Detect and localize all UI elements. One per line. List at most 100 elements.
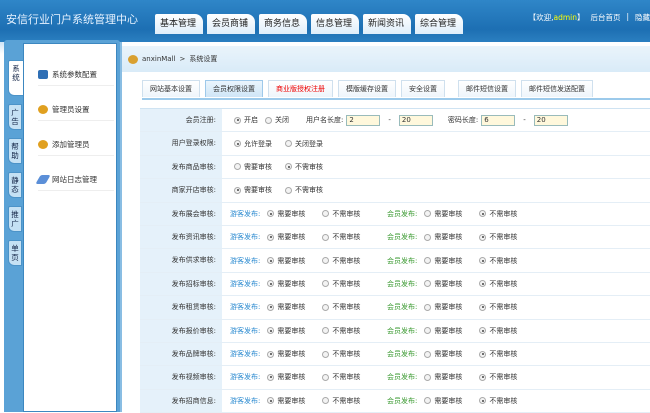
radio-member-need[interactable] <box>424 327 432 335</box>
radio-member-no[interactable] <box>479 373 487 381</box>
sidebar-tab-page[interactable]: 单页 <box>8 240 22 266</box>
radio-label: 需要审核 <box>244 186 272 195</box>
username: admin <box>553 13 577 22</box>
radio-label: 不需审核 <box>489 256 518 265</box>
nav-tab-business[interactable]: 商务信息 <box>259 14 307 34</box>
radio-guest-need[interactable] <box>267 327 275 335</box>
tab-email-sms[interactable]: 邮件短信设置 <box>458 80 516 97</box>
radio-member-need[interactable] <box>424 257 432 265</box>
tab-template-cache[interactable]: 模版缓存设置 <box>338 80 396 97</box>
radio-guest-need[interactable] <box>267 397 275 405</box>
radio-guest-need[interactable] <box>267 280 275 288</box>
radio-guest-no[interactable] <box>322 350 330 358</box>
sidebar-tab-static[interactable]: 静态 <box>8 172 22 198</box>
radio-member-no[interactable] <box>479 257 487 265</box>
radio-shop-0[interactable] <box>234 186 241 194</box>
radio-label: 不需审核 <box>295 162 323 171</box>
tab-member-permissions[interactable]: 会员权限设置 <box>205 80 263 97</box>
hide-link[interactable]: 隐藏 <box>635 12 650 23</box>
sidebar-tab-system[interactable]: 系统 <box>8 60 24 96</box>
radio-member-need[interactable] <box>424 280 432 288</box>
pen-icon <box>35 175 51 184</box>
radio-member-need[interactable] <box>424 303 432 311</box>
sidebar-tab-help[interactable]: 帮助 <box>8 138 22 164</box>
radio-guest-no[interactable] <box>322 397 330 405</box>
nav-tab-news[interactable]: 新闻资讯 <box>363 14 411 34</box>
tab-commercial-license[interactable]: 商业版授权注册 <box>268 80 333 97</box>
radio-shop-1[interactable] <box>285 186 292 194</box>
radio-guest-need[interactable] <box>267 257 275 265</box>
menu-item-system-params[interactable]: 系统参数配置 <box>38 64 114 86</box>
menu-item-site-log[interactable]: 网站日志管理 <box>35 169 114 191</box>
radio-guest-need[interactable] <box>267 233 275 241</box>
nav-tab-member-shop[interactable]: 会员商铺 <box>207 14 255 34</box>
radio-member-need[interactable] <box>424 210 432 218</box>
menu-item-add-admin[interactable]: 添加管理员 <box>38 134 114 156</box>
tab-site-basic[interactable]: 网站基本设置 <box>142 80 200 97</box>
member-label: 会员发布: <box>387 350 418 359</box>
radio-guest-no[interactable] <box>322 257 330 265</box>
nav-tab-info[interactable]: 信息管理 <box>311 14 359 34</box>
radio-label: 需要审核 <box>277 209 306 218</box>
radio-label: 需要审核 <box>434 303 463 312</box>
radio-member-need[interactable] <box>424 233 432 241</box>
radio-guest-need[interactable] <box>267 373 275 381</box>
radio-guest-no[interactable] <box>322 233 330 241</box>
radio-guest-need[interactable] <box>267 303 275 311</box>
radio-member-no[interactable] <box>479 397 487 405</box>
row-label: 发布租赁审核: <box>140 296 222 319</box>
radio-label: 不需审核 <box>489 303 518 312</box>
radio-member-need[interactable] <box>424 397 432 405</box>
radio-member-no[interactable] <box>479 303 487 311</box>
radio-member-need[interactable] <box>424 350 432 358</box>
radio-label: 需要审核 <box>277 303 306 312</box>
username-max-input[interactable]: 20 <box>398 114 433 126</box>
guest-label: 游客发布: <box>230 303 261 312</box>
radio-guest-no[interactable] <box>322 327 330 335</box>
radio-member-no[interactable] <box>479 233 487 241</box>
radio-login-1[interactable] <box>285 140 292 148</box>
radio-member-no[interactable] <box>479 327 487 335</box>
radio-label: 不需审核 <box>489 396 518 405</box>
radio-guest-need[interactable] <box>267 210 275 218</box>
radio-goods-1[interactable] <box>285 163 292 171</box>
radio-guest-no[interactable] <box>322 303 330 311</box>
nav-tab-general[interactable]: 综合管理 <box>415 14 463 34</box>
row-label: 发布展会审核: <box>140 202 222 225</box>
radio-label: 需要审核 <box>434 256 463 265</box>
radio-guest-no[interactable] <box>322 280 330 288</box>
monitor-icon <box>38 70 48 79</box>
password-min-input[interactable]: 6 <box>481 114 516 126</box>
home-link[interactable]: 后台首页 <box>590 12 620 23</box>
radio-register-close[interactable] <box>265 116 272 124</box>
member-label: 会员发布: <box>387 373 418 382</box>
breadcrumb-site[interactable]: anxinMall <box>142 55 175 63</box>
radio-member-need[interactable] <box>424 373 432 381</box>
radio-guest-no[interactable] <box>322 210 330 218</box>
radio-goods-0[interactable] <box>234 163 241 171</box>
tab-email-sms-send[interactable]: 邮件短信发送配置 <box>521 80 593 97</box>
password-max-input[interactable]: 20 <box>533 114 568 126</box>
radio-label: 开启 <box>244 116 258 125</box>
radio-member-no[interactable] <box>479 210 487 218</box>
radio-register-open[interactable] <box>234 116 241 124</box>
member-label: 会员发布: <box>387 233 418 242</box>
row-goods: 发布商品审核: 需要审核 不需审核 <box>140 155 650 180</box>
row-label: 发布资讯审核: <box>140 225 222 249</box>
breadcrumb-sep: > <box>179 55 186 63</box>
radio-member-no[interactable] <box>479 280 487 288</box>
separator: | <box>626 12 629 21</box>
tab-security[interactable]: 安全设置 <box>401 80 445 97</box>
menu-item-admin-settings[interactable]: 管理员设置 <box>38 99 114 121</box>
sidebar-tab-ads[interactable]: 广告 <box>8 104 22 130</box>
sidebar-tab-promote[interactable]: 推广 <box>8 206 22 232</box>
radio-guest-no[interactable] <box>322 373 330 381</box>
nav-tab-basic[interactable]: 基本管理 <box>155 14 203 34</box>
guest-label: 游客发布: <box>230 233 261 242</box>
radio-guest-need[interactable] <box>267 350 275 358</box>
username-min-input[interactable]: 2 <box>346 114 381 126</box>
row-label: 发布招商信息: <box>140 389 222 413</box>
radio-login-0[interactable] <box>234 140 241 148</box>
radio-label: 允许登录 <box>244 139 272 148</box>
radio-member-no[interactable] <box>479 350 487 358</box>
